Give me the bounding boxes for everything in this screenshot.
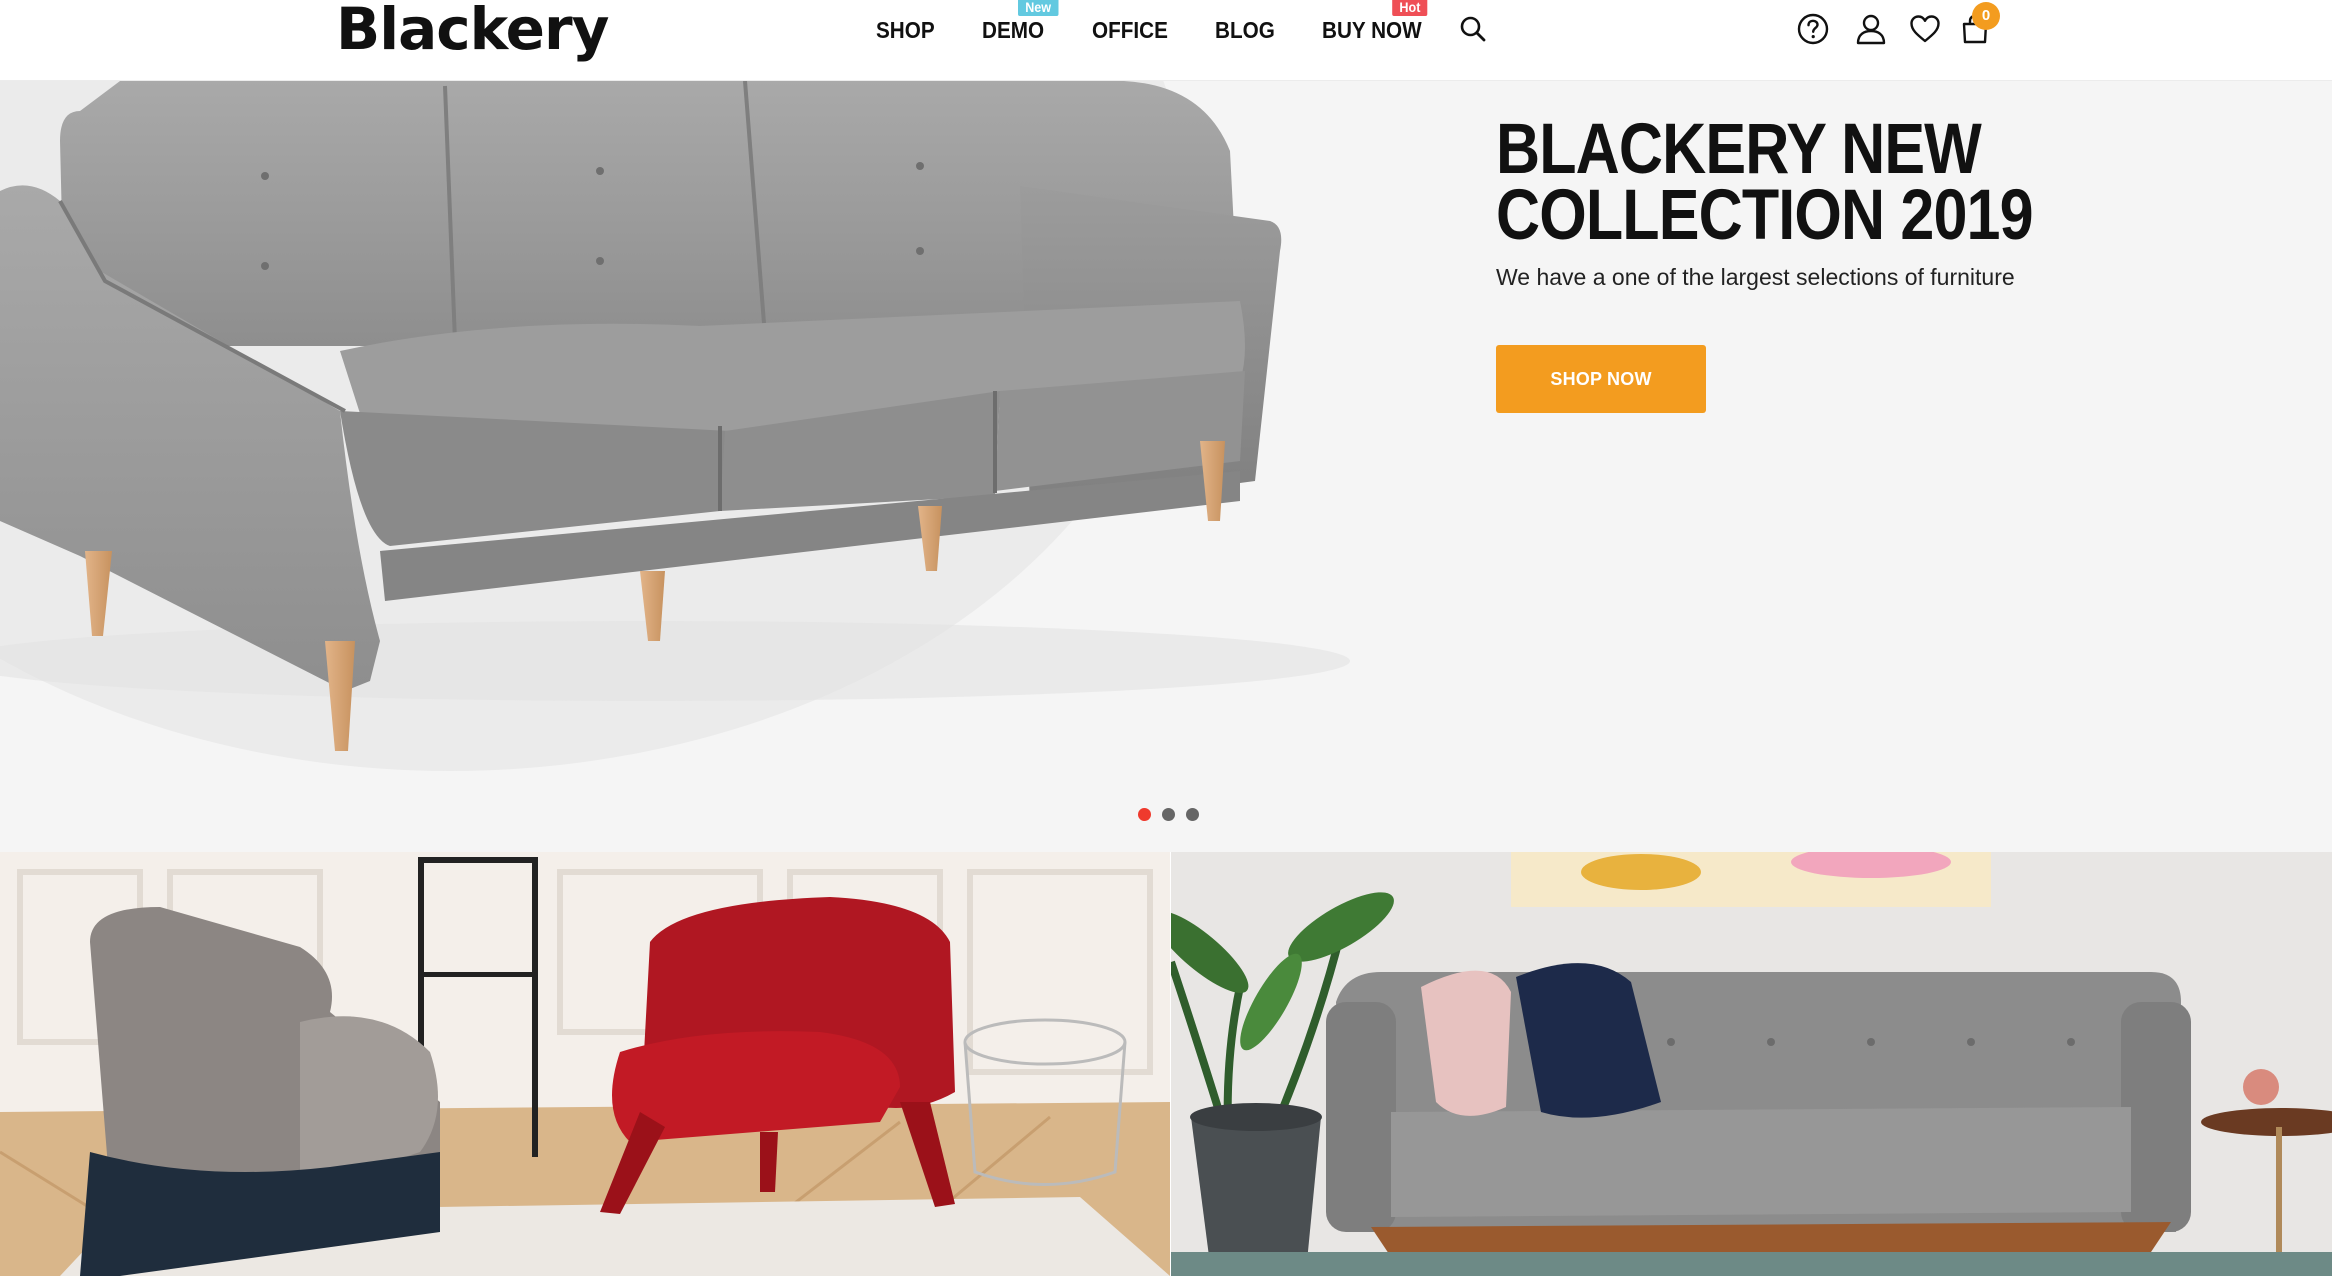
nav-item-blog[interactable]: BLOG: [1215, 14, 1275, 46]
nav-item-office[interactable]: OFFICE: [1092, 14, 1168, 46]
heart-icon[interactable]: [1908, 12, 1942, 46]
search-icon[interactable]: [1458, 14, 1488, 44]
armchairs-room-photo: [0, 852, 1170, 1276]
hot-badge: Hot: [1392, 0, 1428, 16]
armchairs-banner[interactable]: [0, 852, 1170, 1276]
hero-subtitle: We have a one of the largest selections …: [1496, 264, 2015, 290]
slider-dot-3[interactable]: [1186, 808, 1199, 821]
help-circle-icon[interactable]: [1796, 12, 1830, 46]
nav-item-label: BLOG: [1215, 17, 1275, 43]
nav-item-demo[interactable]: DEMO New: [982, 0, 1059, 46]
slider-dot-2[interactable]: [1162, 808, 1175, 821]
nav-item-buy-now[interactable]: BUY NOW Hot: [1322, 0, 1428, 46]
brand-logo[interactable]: Blackery: [336, 0, 609, 64]
cart-count-badge: 0: [1972, 2, 2000, 30]
site-header: Blackery SHOP DEMO New OFFICE BLOG BUY N…: [0, 0, 2332, 81]
nav-item-shop[interactable]: SHOP: [876, 14, 935, 46]
hero-title-line-2: COLLECTION 2019: [1496, 176, 2034, 255]
new-badge: New: [1018, 0, 1059, 16]
sofa-image: [0, 81, 1350, 751]
hero-title-line-1: BLACKERY NEW: [1496, 110, 1982, 189]
nav-item-label: OFFICE: [1092, 17, 1168, 43]
nav-item-label: DEMO: [982, 17, 1045, 43]
slider-dot-1[interactable]: [1138, 808, 1151, 821]
hero-slider: BLACKERY NEW COLLECTION 2019 We have a o…: [0, 81, 2332, 852]
shop-now-button[interactable]: SHOP NOW: [1496, 345, 1706, 413]
hero-title: BLACKERY NEW COLLECTION 2019: [1496, 110, 2034, 255]
user-icon[interactable]: [1854, 12, 1888, 46]
sofa-banner[interactable]: [1171, 852, 2332, 1276]
nav-item-label: BUY NOW: [1322, 17, 1422, 43]
nav-item-label: SHOP: [876, 17, 935, 43]
grey-sofa-living-room-photo: [1171, 852, 2332, 1276]
